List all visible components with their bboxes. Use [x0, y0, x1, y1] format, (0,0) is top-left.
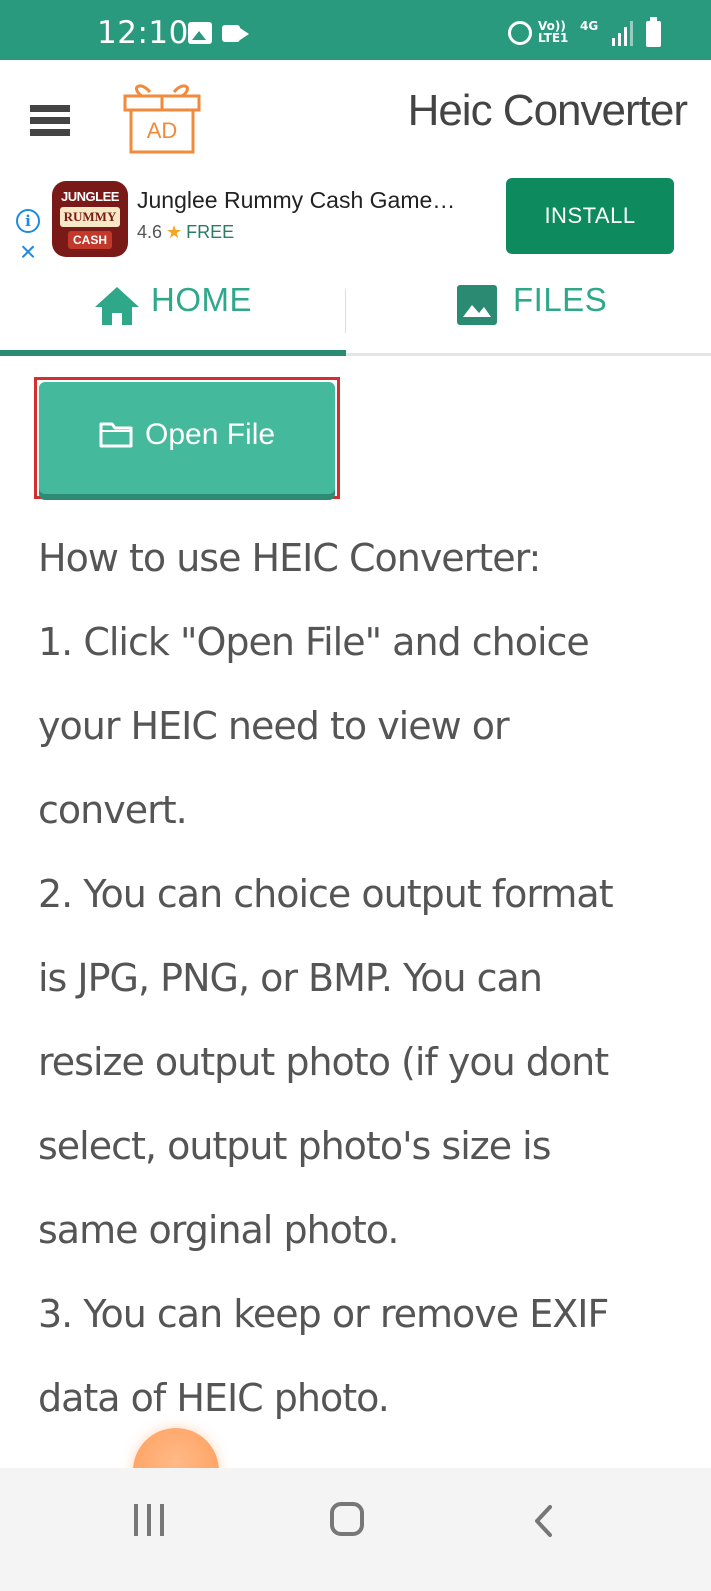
instruction-line: same orginal photo. [38, 1208, 399, 1252]
instructions-text: How to use HEIC Converter: 1. Click "Ope… [38, 516, 678, 1440]
status-bar: 12:10 Vo)) LTE1 4G [0, 0, 711, 60]
open-file-button[interactable]: Open File [39, 382, 335, 494]
instruction-line: resize output photo (if you dont [38, 1040, 609, 1084]
app-title: Heic Converter [407, 86, 688, 135]
tab-divider [345, 289, 346, 333]
instruction-line: your HEIC need to view or [38, 704, 510, 748]
ad-app-name[interactable]: Junglee Rummy Cash Game… [137, 187, 455, 214]
ad-rating-value: 4.6 [137, 222, 163, 242]
tab-home-label: HOME [151, 281, 252, 318]
home-icon [95, 287, 139, 325]
active-tab-indicator [0, 350, 346, 356]
alarm-icon [508, 21, 532, 45]
star-icon: ★ [166, 222, 183, 242]
video-notification-icon [222, 25, 240, 42]
home-nav-icon[interactable] [330, 1502, 364, 1536]
ad-banner[interactable]: i × JUNGLEE RUMMY CASH Junglee Rummy Cas… [0, 175, 711, 267]
menu-icon[interactable] [30, 105, 70, 136]
folder-icon [99, 422, 133, 448]
tab-files-label: FILES [513, 281, 608, 318]
instruction-line: 1. Click "Open File" and choice [38, 620, 590, 664]
ad-close-icon[interactable]: × [16, 238, 40, 266]
instruction-line: convert. [38, 788, 188, 832]
instruction-line: 3. You can keep or remove EXIF [38, 1292, 609, 1336]
ad-price: FREE [186, 222, 235, 242]
instruction-line: is JPG, PNG, or BMP. You can [38, 956, 543, 1000]
instruction-line: 2. You can choice output format [38, 872, 614, 916]
instruction-line: How to use HEIC Converter: [38, 536, 541, 580]
ad-badge-label: AD [146, 118, 178, 143]
image-icon [457, 285, 497, 325]
open-file-label: Open File [145, 418, 276, 451]
signal-icon [612, 21, 633, 46]
ad-gift-icon[interactable]: AD [120, 78, 204, 156]
tab-bar: HOME FILES [0, 267, 711, 358]
ad-rating: 4.6 ★ FREE [137, 222, 234, 243]
app-toolbar: AD Heic Converter [0, 60, 711, 175]
system-navigation-bar [0, 1468, 711, 1591]
ad-info-icon[interactable]: i [16, 209, 40, 233]
back-icon[interactable] [530, 1504, 560, 1538]
ad-app-icon-text: JUNGLEE [61, 189, 119, 204]
tab-home[interactable]: HOME [0, 267, 346, 358]
battery-icon [646, 17, 661, 47]
gallery-notification-icon [188, 22, 212, 44]
tab-files[interactable]: FILES [347, 267, 711, 358]
recents-icon[interactable] [132, 1504, 166, 1536]
status-time: 12:10 [97, 15, 189, 51]
install-button[interactable]: INSTALL [506, 178, 674, 254]
instruction-line: select, output photo's size is [38, 1124, 552, 1168]
lte-label: Vo)) LTE1 [538, 19, 569, 45]
ad-app-icon-text: CASH [68, 231, 112, 249]
instruction-line: data of HEIC photo. [38, 1376, 390, 1420]
ad-app-icon[interactable]: JUNGLEE RUMMY CASH [52, 181, 128, 257]
network-type-label: 4G [580, 19, 599, 33]
tab-underline [346, 353, 711, 356]
ad-app-icon-text: RUMMY [60, 207, 120, 227]
